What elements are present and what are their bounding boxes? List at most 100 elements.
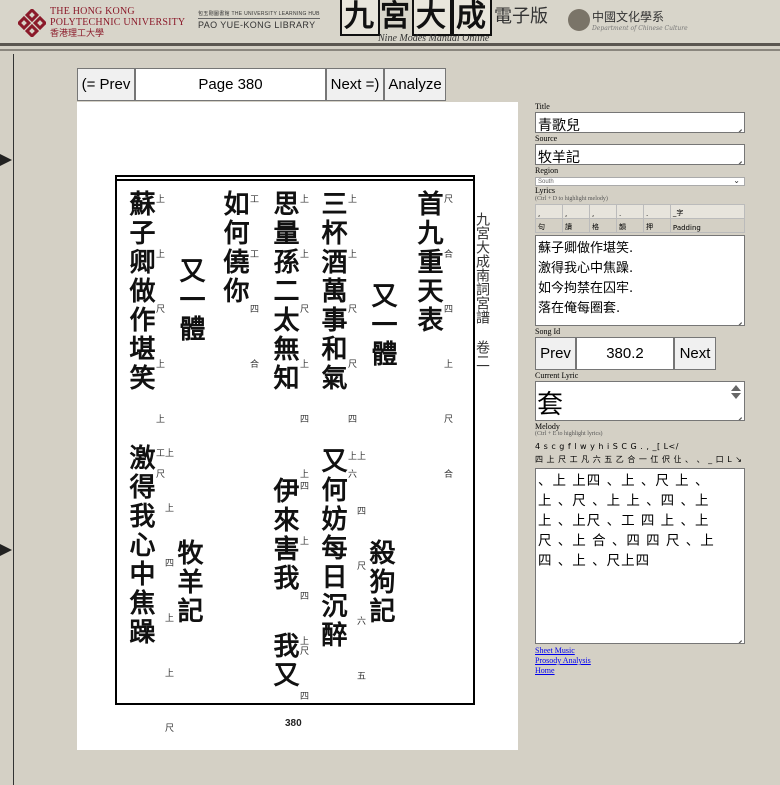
- title-input[interactable]: 青歌兒: [535, 112, 745, 133]
- triangle-marker-icon: [0, 154, 12, 166]
- logo-subtitle: Nine Modes Manual Online: [378, 33, 490, 44]
- logo-ebook: 電子版: [494, 6, 548, 27]
- scan-column: 蘇子卿做作堪笑: [125, 190, 155, 393]
- melody-label: Melody: [535, 422, 560, 431]
- scan-column: 殺狗記: [365, 539, 395, 626]
- melody-textarea[interactable]: 、上 上四 、上 、尺 上 、 上 、尺 、上 上 、四 、上 上 、上尺 、工…: [535, 468, 745, 644]
- resize-handle-icon[interactable]: [734, 154, 742, 162]
- department-logo[interactable]: 中國文化學系 Department of Chinese Culture: [568, 8, 688, 32]
- resize-handle-icon[interactable]: [734, 122, 742, 130]
- stepper-icon[interactable]: [730, 384, 742, 400]
- punct-button[interactable]: ,: [535, 204, 563, 219]
- scan-column: 如何僥你: [219, 190, 249, 306]
- scan-column: 又何妨每日沉醉: [317, 447, 347, 650]
- library-small-text: 包玉剛圖書館 THE UNIVERSITY LEARNING HUB: [198, 11, 320, 17]
- punct-button[interactable]: ,: [561, 204, 590, 219]
- page-indicator[interactable]: Page 380: [135, 68, 326, 101]
- polyu-emblem-icon: [16, 7, 48, 38]
- region-value: South: [538, 179, 554, 185]
- punct-label[interactable]: 句: [535, 218, 563, 233]
- song-prev-button[interactable]: Prev: [535, 337, 576, 370]
- current-lyric-label: Current Lyric: [535, 371, 579, 380]
- scan-column: 又一體: [367, 282, 397, 369]
- next-page-button[interactable]: Next =): [326, 68, 384, 101]
- scan-notes: 上 上 四 上 上 尺 工: [154, 448, 173, 750]
- song-id-input[interactable]: 380.2: [576, 337, 674, 370]
- punct-button[interactable]: _字: [669, 204, 746, 219]
- melody-keys-latin[interactable]: 4 s c g f l w y h i S C G . , _[ L</: [535, 440, 745, 453]
- lyric-line: 蘇子卿做作堪笑.: [538, 241, 634, 256]
- triangle-marker-icon: [0, 544, 12, 556]
- scan-column: 牧羊記: [173, 539, 203, 626]
- region-select[interactable]: South ⌄: [535, 177, 745, 186]
- source-label: Source: [535, 134, 558, 143]
- current-lyric-input[interactable]: 套: [535, 381, 745, 421]
- punct-label[interactable]: Padding: [669, 218, 746, 233]
- melody-line: 四 、上 、尺上四: [538, 553, 651, 569]
- punct-label[interactable]: 讀: [561, 218, 590, 233]
- punct-button[interactable]: ,: [588, 204, 617, 219]
- lyrics-hint: (Ctrl + D to highlight melody): [535, 196, 608, 202]
- punct-label[interactable]: 韻: [615, 218, 644, 233]
- punct-label[interactable]: 押: [642, 218, 671, 233]
- region-label: Region: [535, 166, 559, 175]
- logo-char-1: 九: [340, 0, 380, 36]
- melody-line: 上 、尺 、上 上 、四 、上: [538, 493, 710, 509]
- punctuation-toolbar: , , , . . _字 句 讀 格 韻 押 Padding: [535, 204, 746, 233]
- left-border-decoration: [0, 54, 14, 785]
- department-emblem-icon: [568, 9, 590, 31]
- logo-char-3: 大: [412, 0, 452, 36]
- melody-line: 、上 上四 、上 、尺 上 、: [538, 473, 710, 489]
- melody-keyboard[interactable]: 4 s c g f l w y h i S C G . , _[ L</ 四 上…: [535, 440, 745, 466]
- logo-char-2: 宮: [380, 0, 412, 34]
- lyric-line: 如今拘禁在囚牢.: [538, 281, 634, 296]
- scan-margin-title: 九宮大成南詞宮譜 卷二: [474, 212, 490, 368]
- scan-column: 激得我心中焦躁: [125, 444, 155, 647]
- polyu-line3: 香港理工大學: [50, 28, 105, 38]
- source-input[interactable]: 牧羊記: [535, 144, 745, 165]
- scan-notes: 上 四: [298, 636, 308, 718]
- title-label: Title: [535, 102, 550, 111]
- lyric-line: 激得我心中焦躁.: [538, 261, 634, 276]
- polyu-line2: POLYTECHNIC UNIVERSITY: [50, 17, 186, 28]
- melody-line: 上 、上尺 、工 四 上 、上: [538, 513, 710, 529]
- site-header: THE HONG KONG POLYTECHNIC UNIVERSITY 香港理…: [0, 0, 780, 46]
- scan-notes: 工 工 四 合: [248, 194, 258, 386]
- scan-column: 又一體: [175, 257, 205, 344]
- song-next-button[interactable]: Next: [674, 337, 716, 370]
- title-value: 青歌兒: [538, 118, 580, 133]
- punct-label[interactable]: 格: [588, 218, 617, 233]
- resize-handle-icon[interactable]: [734, 315, 742, 323]
- resize-handle-icon[interactable]: [734, 410, 742, 418]
- punct-button[interactable]: .: [642, 204, 671, 219]
- logo-char-4: 成: [452, 0, 492, 36]
- prosody-analysis-link[interactable]: Prosody Analysis: [535, 656, 591, 666]
- sheet-music-link[interactable]: Sheet Music: [535, 646, 591, 656]
- lyrics-textarea[interactable]: 蘇子卿做作堪笑. 激得我心中焦躁. 如今拘禁在囚牢. 落在俺每圈套.: [535, 235, 745, 326]
- melody-line: 尺 、上 合 、四 四 尺 、上: [538, 533, 715, 549]
- current-lyric-value: 套: [537, 390, 564, 420]
- melody-keys-gongche[interactable]: 四 上 尺 工 凡 六 五 乙 合 一 仜 伬 仩 、 、 _ 口 L ↘ ≞: [535, 453, 745, 466]
- lyrics-label: Lyrics: [535, 186, 555, 195]
- punct-button[interactable]: .: [615, 204, 644, 219]
- polyu-line1: THE HONG KONG: [50, 6, 135, 17]
- department-name-cn: 中國文化學系: [592, 10, 665, 24]
- scan-column: 首九重天表: [413, 190, 443, 335]
- resize-handle-icon[interactable]: [734, 633, 742, 641]
- department-name-en: Department of Chinese Culture: [592, 25, 688, 32]
- scan-column: 思量孫二太無知: [269, 190, 299, 393]
- nine-modes-logo[interactable]: 九宮大成 電子版 Nine Modes Manual Online: [340, 0, 548, 44]
- scan-column: 我又: [269, 632, 299, 690]
- chevron-down-icon: ⌄: [733, 176, 740, 185]
- scan-column: 伊來害我: [269, 477, 299, 593]
- prev-page-button[interactable]: (= Prev: [77, 68, 135, 101]
- scan-notes: 尺 合 四 上 尺 合: [442, 194, 452, 496]
- header-divider: [0, 49, 780, 51]
- analyze-button[interactable]: Analyze: [384, 68, 446, 101]
- home-link[interactable]: Home: [535, 666, 591, 676]
- library-logo[interactable]: 包玉剛圖書館 THE UNIVERSITY LEARNING HUB PAO Y…: [198, 10, 320, 30]
- footer-links: Sheet Music Prosody Analysis Home: [535, 646, 591, 676]
- polyu-logo[interactable]: THE HONG KONG POLYTECHNIC UNIVERSITY 香港理…: [16, 6, 186, 39]
- song-id-label: Song Id: [535, 327, 561, 336]
- scan-page-number: 380: [285, 718, 302, 729]
